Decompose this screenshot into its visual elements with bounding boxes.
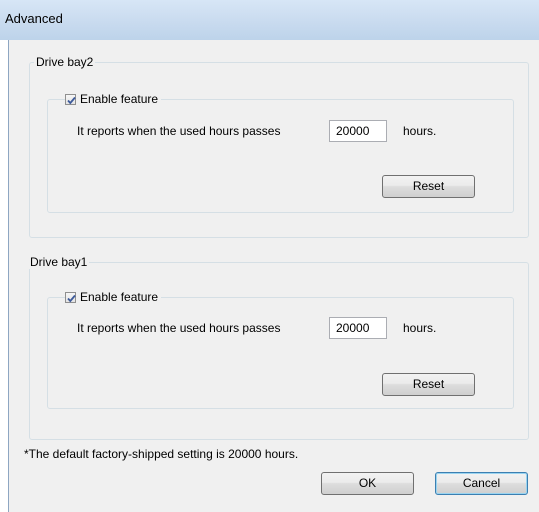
drive-bay1-group: Drive bay1 Enable feature It reports whe… <box>28 255 529 440</box>
cancel-button[interactable]: Cancel <box>435 472 528 495</box>
drive-bay2-enable-label: Enable feature <box>80 92 159 106</box>
checkmark-icon <box>67 96 76 104</box>
drive-bay1-feature-group: Enable feature It reports when the used … <box>47 290 514 409</box>
title-bar[interactable]: Advanced <box>0 0 539 40</box>
drive-bay1-enable-checkbox[interactable] <box>65 291 76 303</box>
drive-bay2-unit: hours. <box>403 124 437 138</box>
drive-bay1-label: Drive bay1 <box>28 255 90 269</box>
drive-bay2-hours-input[interactable]: 20000 <box>329 120 387 142</box>
drive-bay2-group: Drive bay2 Enable feature It reports whe… <box>29 55 529 238</box>
drive-bay1-hours-input[interactable]: 20000 <box>329 317 387 339</box>
drive-bay1-enable-row[interactable]: Enable feature <box>65 290 162 304</box>
checkmark-icon <box>67 294 76 302</box>
drive-bay2-enable-checkbox[interactable] <box>65 93 76 105</box>
window-title: Advanced <box>5 11 63 26</box>
drive-bay2-enable-row[interactable]: Enable feature <box>65 92 162 106</box>
dialog-body: Drive bay2 Enable feature It reports whe… <box>8 40 539 512</box>
drive-bay1-unit: hours. <box>403 321 437 335</box>
ok-button[interactable]: OK <box>321 472 414 495</box>
drive-bay1-description: It reports when the used hours passes <box>77 321 281 335</box>
default-setting-note: *The default factory-shipped setting is … <box>24 447 299 461</box>
drive-bay2-label: Drive bay2 <box>34 55 96 69</box>
drive-bay1-enable-label: Enable feature <box>80 290 159 304</box>
drive-bay2-description: It reports when the used hours passes <box>77 124 281 138</box>
drive-bay1-reset-button[interactable]: Reset <box>382 373 475 396</box>
drive-bay2-reset-button[interactable]: Reset <box>382 175 475 198</box>
drive-bay2-feature-group: Enable feature It reports when the used … <box>47 92 514 213</box>
